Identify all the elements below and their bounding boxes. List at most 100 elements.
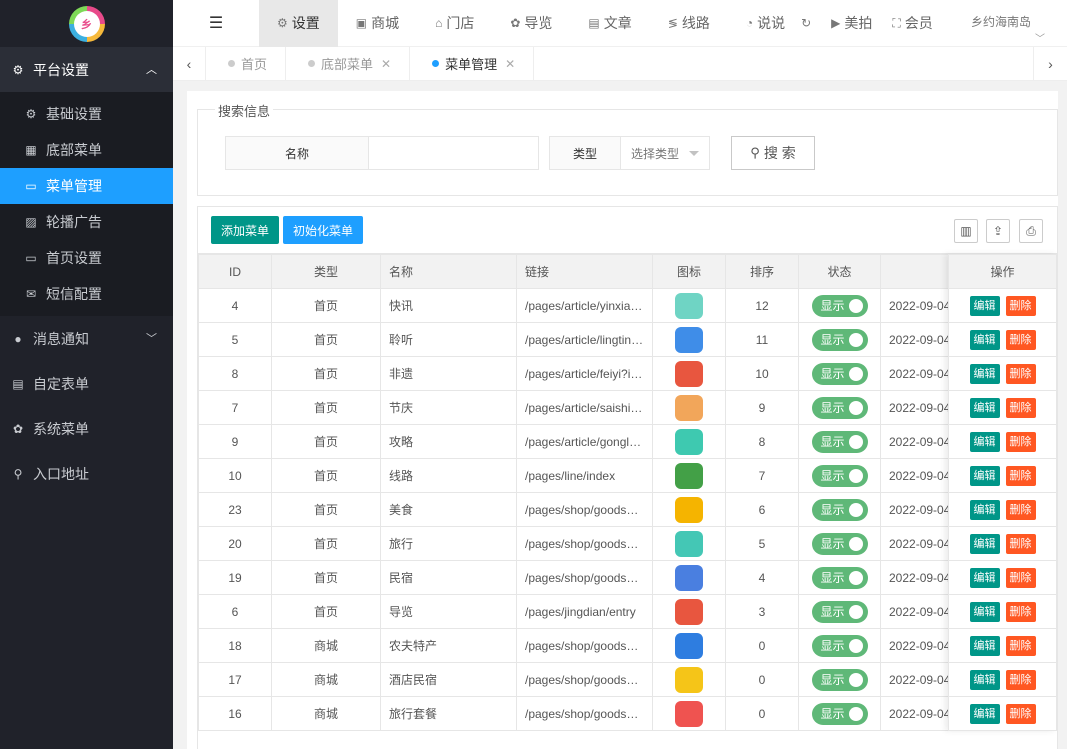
- status-toggle[interactable]: 显示: [811, 532, 868, 555]
- edit-button[interactable]: 编辑: [969, 669, 1000, 690]
- name-input[interactable]: [369, 137, 538, 169]
- menu-thumbnail-icon[interactable]: [675, 564, 703, 591]
- export-icon[interactable]: ⇪: [986, 219, 1010, 243]
- logo[interactable]: 乡: [68, 5, 105, 42]
- chat-icon: ●: [14, 331, 22, 346]
- edit-button[interactable]: 编辑: [969, 703, 1000, 724]
- delete-button[interactable]: 删除: [1005, 669, 1036, 690]
- edit-button[interactable]: 编辑: [969, 465, 1000, 486]
- col-header-type[interactable]: 类型: [271, 254, 381, 289]
- menu-thumbnail-icon[interactable]: [675, 666, 703, 693]
- status-toggle[interactable]: 显示: [811, 498, 868, 521]
- menu-thumbnail-icon[interactable]: [675, 530, 703, 557]
- menu-thumbnail-icon[interactable]: [675, 394, 703, 421]
- edit-button[interactable]: 编辑: [969, 533, 1000, 554]
- menu-thumbnail-icon[interactable]: [675, 326, 703, 353]
- close-icon[interactable]: ✕: [505, 57, 515, 71]
- search-button[interactable]: ⚲ 搜 索: [731, 136, 815, 170]
- page-tab-menu-management[interactable]: 菜单管理 ✕: [410, 47, 535, 80]
- delete-button[interactable]: 删除: [1005, 635, 1036, 656]
- nav-group-system-menu[interactable]: ✿ 系统菜单: [0, 406, 173, 451]
- col-header-sort[interactable]: 排序: [725, 254, 799, 289]
- nav-group-entry-address[interactable]: ⚲ 入口地址: [0, 451, 173, 496]
- col-header-status[interactable]: 状态: [798, 254, 881, 289]
- top-tab-members[interactable]: ⛶ 会员: [884, 0, 940, 47]
- delete-button[interactable]: 删除: [1005, 465, 1036, 486]
- edit-button[interactable]: 编辑: [969, 363, 1000, 384]
- status-toggle[interactable]: 显示: [811, 396, 868, 419]
- delete-button[interactable]: 删除: [1005, 567, 1036, 588]
- site-name[interactable]: 乡约海南岛: [971, 13, 1031, 30]
- type-select[interactable]: 选择类型: [621, 137, 709, 169]
- sidebar-item-bottom-menu[interactable]: ▦ 底部菜单: [0, 132, 173, 168]
- edit-button[interactable]: 编辑: [969, 567, 1000, 588]
- status-toggle[interactable]: 显示: [811, 362, 868, 385]
- top-tab-posts[interactable]: ◔ 说说: [728, 0, 793, 47]
- chevron-down-icon[interactable]: ﹀: [1035, 30, 1045, 45]
- sidebar-item-basic-settings[interactable]: ⚙ 基础设置: [0, 96, 173, 132]
- menu-thumbnail-icon[interactable]: [675, 496, 703, 523]
- col-header-name[interactable]: 名称: [380, 254, 517, 289]
- delete-button[interactable]: 删除: [1005, 703, 1036, 724]
- refresh-button[interactable]: ↻: [793, 0, 823, 47]
- edit-button[interactable]: 编辑: [969, 329, 1000, 350]
- status-toggle[interactable]: 显示: [811, 328, 868, 351]
- menu-thumbnail-icon[interactable]: [675, 292, 703, 319]
- status-toggle[interactable]: 显示: [811, 702, 868, 725]
- sidebar-item-home-settings[interactable]: ▭ 首页设置: [0, 240, 173, 276]
- status-toggle[interactable]: 显示: [811, 668, 868, 691]
- sidebar-item-menu-management[interactable]: ▭ 菜单管理: [0, 168, 173, 204]
- top-tab-article[interactable]: ▤ 文章: [570, 0, 649, 47]
- edit-button[interactable]: 编辑: [969, 635, 1000, 656]
- top-tab-mall[interactable]: ▣ 商城: [338, 0, 417, 47]
- top-tab-guide[interactable]: ✿ 导览: [492, 0, 570, 47]
- nav-group-custom-forms[interactable]: ▤ 自定表单: [0, 361, 173, 406]
- tabs-scroll-left-icon[interactable]: ‹: [173, 47, 206, 80]
- nav-group-notifications[interactable]: ● 消息通知 ﹀: [0, 316, 173, 361]
- status-toggle[interactable]: 显示: [811, 600, 868, 623]
- delete-button[interactable]: 删除: [1005, 295, 1036, 316]
- tabs-scroll-right-icon[interactable]: ›: [1033, 47, 1067, 81]
- top-tab-store[interactable]: ⌂ 门店: [417, 0, 492, 47]
- menu-toggle-icon[interactable]: ☰: [173, 0, 259, 47]
- init-menu-button[interactable]: 初始化菜单: [283, 216, 364, 244]
- menu-thumbnail-icon[interactable]: [675, 428, 703, 455]
- col-header-icon[interactable]: 图标: [652, 254, 726, 289]
- add-menu-button[interactable]: 添加菜单: [211, 216, 280, 244]
- status-toggle[interactable]: 显示: [811, 566, 868, 589]
- sidebar-item-sms-config[interactable]: ✉ 短信配置: [0, 276, 173, 312]
- nav-group-platform-settings[interactable]: ⚙ 平台设置 ︿: [0, 47, 173, 92]
- close-icon[interactable]: ✕: [381, 57, 391, 71]
- menu-thumbnail-icon[interactable]: [675, 700, 703, 727]
- edit-button[interactable]: 编辑: [969, 397, 1000, 418]
- delete-button[interactable]: 删除: [1005, 499, 1036, 520]
- print-icon[interactable]: ⎙: [1019, 219, 1043, 243]
- edit-button[interactable]: 编辑: [969, 431, 1000, 452]
- menu-thumbnail-icon[interactable]: [675, 462, 703, 489]
- sidebar-item-banner-ads[interactable]: ▨ 轮播广告: [0, 204, 173, 240]
- menu-thumbnail-icon[interactable]: [675, 632, 703, 659]
- delete-button[interactable]: 删除: [1005, 533, 1036, 554]
- status-toggle[interactable]: 显示: [811, 294, 868, 317]
- menu-thumbnail-icon[interactable]: [675, 598, 703, 625]
- delete-button[interactable]: 删除: [1005, 329, 1036, 350]
- columns-filter-icon[interactable]: ▥: [954, 219, 978, 243]
- delete-button[interactable]: 删除: [1005, 431, 1036, 452]
- page-tab-home[interactable]: 首页: [206, 47, 287, 80]
- delete-button[interactable]: 删除: [1005, 397, 1036, 418]
- col-header-id[interactable]: ID: [198, 254, 272, 289]
- status-toggle[interactable]: 显示: [811, 430, 868, 453]
- edit-button[interactable]: 编辑: [969, 601, 1000, 622]
- page-tab-bottom-menu[interactable]: 底部菜单 ✕: [286, 47, 411, 80]
- top-tab-settings[interactable]: ⚙ 设置: [259, 0, 338, 47]
- top-tab-photos[interactable]: ▶ 美拍: [823, 0, 884, 47]
- status-toggle[interactable]: 显示: [811, 464, 868, 487]
- status-toggle[interactable]: 显示: [811, 634, 868, 657]
- edit-button[interactable]: 编辑: [969, 295, 1000, 316]
- delete-button[interactable]: 删除: [1005, 363, 1036, 384]
- menu-thumbnail-icon[interactable]: [675, 360, 703, 387]
- top-tab-route[interactable]: ≶ 线路: [650, 0, 728, 47]
- col-header-link[interactable]: 链接: [516, 254, 653, 289]
- delete-button[interactable]: 删除: [1005, 601, 1036, 622]
- edit-button[interactable]: 编辑: [969, 499, 1000, 520]
